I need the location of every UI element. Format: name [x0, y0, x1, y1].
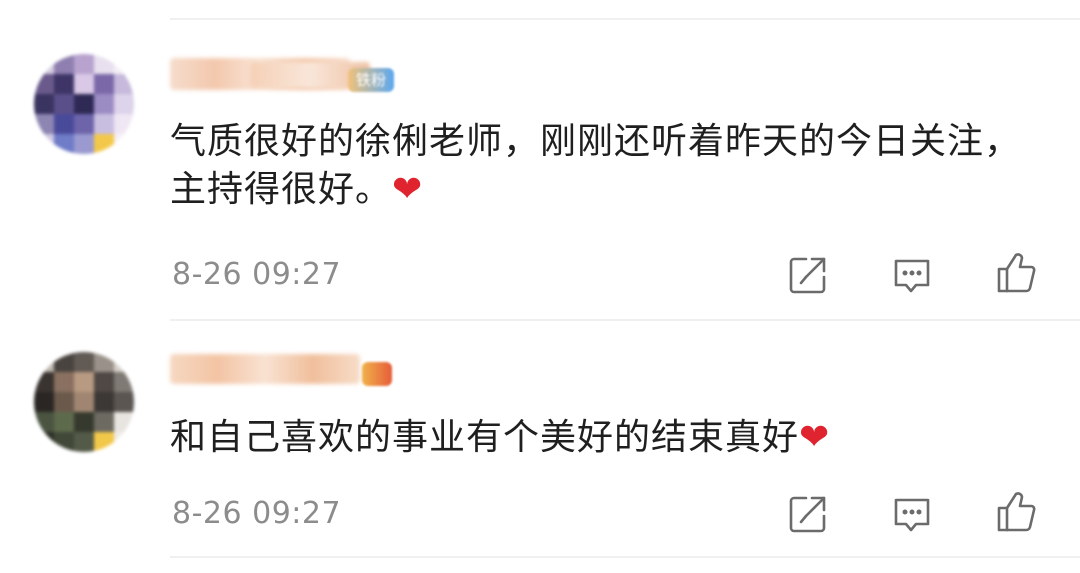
comment-icon: [894, 498, 930, 532]
comment-body: 和自己喜欢的事业有个美好的结束真好: [170, 417, 800, 458]
like-button[interactable]: [994, 251, 1038, 295]
divider-bottom: [170, 556, 1080, 558]
heart-emoji: ❤: [799, 417, 831, 458]
heart-emoji: ❤: [392, 169, 424, 210]
comment-icon: [894, 259, 930, 293]
reply-button[interactable]: [890, 492, 934, 536]
divider-middle: [170, 319, 1080, 321]
avatar[interactable]: [34, 352, 134, 452]
username[interactable]: [170, 354, 360, 384]
avatar[interactable]: [34, 54, 134, 154]
badge-emoji: [362, 362, 392, 386]
share-icon: [789, 257, 826, 294]
comment-text: 气质很好的徐俐老师，刚刚还听着昨天的今日关注，主持得很好。❤: [170, 118, 1050, 214]
thumbs-up-icon: [997, 253, 1036, 293]
share-button[interactable]: [786, 492, 830, 536]
divider-top: [170, 18, 1080, 20]
reply-button[interactable]: [890, 253, 934, 297]
comment-timestamp: 8-26 09:27: [172, 257, 342, 292]
comment-timestamp: 8-26 09:27: [172, 496, 342, 531]
share-button[interactable]: [786, 253, 830, 297]
comment-body: 气质很好的徐俐老师，刚刚还听着昨天的今日关注，主持得很好。: [170, 121, 1022, 210]
comment-text: 和自己喜欢的事业有个美好的结束真好❤: [170, 414, 1050, 462]
fan-badge: 铁粉: [348, 68, 395, 92]
thumbs-up-icon: [997, 492, 1036, 532]
fan-badge-label: 铁粉: [356, 71, 387, 89]
share-icon: [789, 496, 826, 533]
like-button[interactable]: [994, 490, 1038, 534]
